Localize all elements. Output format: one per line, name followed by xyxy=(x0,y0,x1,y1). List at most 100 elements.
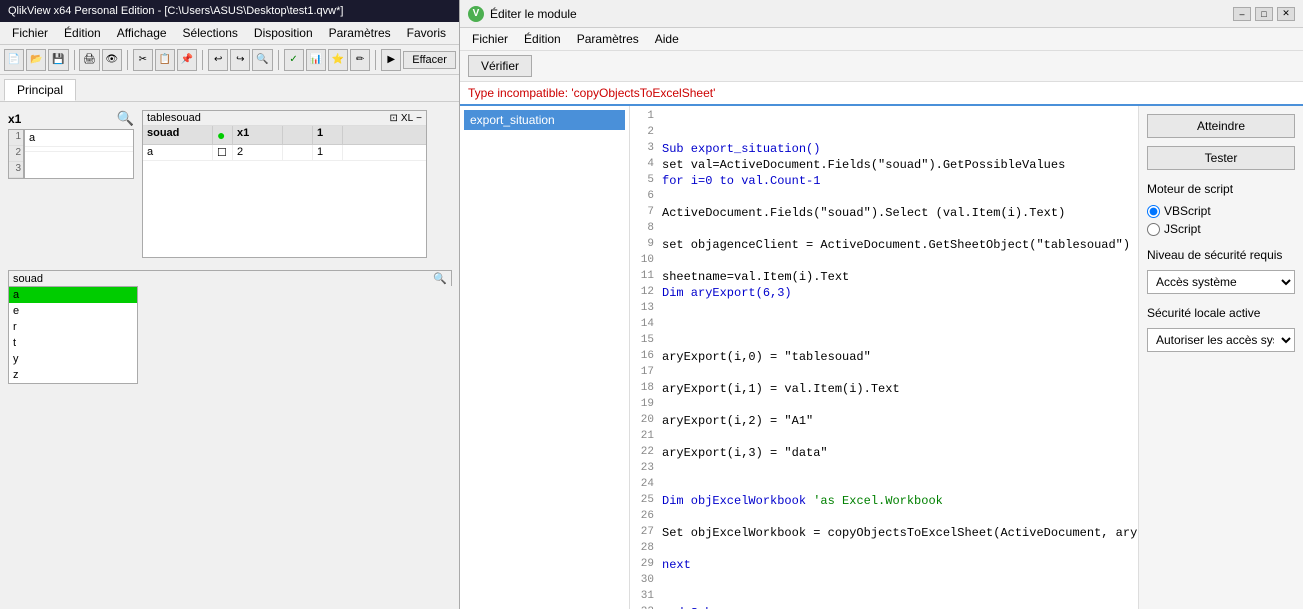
toolbar-btn-cut[interactable]: ✂ xyxy=(133,49,153,71)
x1-label: x1 xyxy=(8,112,21,126)
code-line-21: 21 xyxy=(634,430,1134,446)
toolbar-btn-erase[interactable]: Effacer xyxy=(403,51,456,69)
icon-resize[interactable]: ⊡ xyxy=(390,113,398,124)
x1-item-1[interactable]: a xyxy=(25,130,133,147)
line-num-31: 31 xyxy=(634,590,662,606)
verify-button[interactable]: Vérifier xyxy=(468,55,532,77)
table-row-6[interactable] xyxy=(143,225,426,241)
souad-item-e[interactable]: e xyxy=(9,303,137,319)
code-panel[interactable]: 1 2 3 Sub export_situation() 4 set val=A… xyxy=(630,106,1138,609)
line-num-30: 30 xyxy=(634,574,662,590)
menu-affichage[interactable]: Affichage xyxy=(109,24,175,42)
x1-item-3[interactable] xyxy=(25,152,133,156)
souad-header: souad 🔍 xyxy=(8,270,452,286)
line-code-9: set objagenceClient = ActiveDocument.Get… xyxy=(662,238,1134,254)
win-ctrl-close[interactable]: ✕ xyxy=(1277,7,1295,21)
menu-parametres[interactable]: Paramètres xyxy=(321,24,399,42)
col-dot: ● xyxy=(213,126,233,144)
souad-item-r[interactable]: r xyxy=(9,319,137,335)
error-bar: Type incompatible: 'copyObjectsToExcelSh… xyxy=(460,82,1303,106)
line-code-3: Sub export_situation() xyxy=(662,142,1134,158)
radio-jscript-input[interactable] xyxy=(1147,223,1160,236)
toolbar-btn-redo[interactable]: ↪ xyxy=(230,49,250,71)
line-code-31 xyxy=(662,590,1134,606)
toolbar-btn-save[interactable]: 💾 xyxy=(48,49,68,71)
toolbar-btn-undo[interactable]: ↩ xyxy=(208,49,228,71)
table-row-3[interactable] xyxy=(143,177,426,193)
editor-menu-fichier[interactable]: Fichier xyxy=(464,30,516,48)
line-code-30 xyxy=(662,574,1134,590)
toolbar-btn-next[interactable]: ▶ xyxy=(381,49,401,71)
souad-item-a[interactable]: a xyxy=(9,287,137,303)
line-code-16: aryExport(i,0) = "tablesouad" xyxy=(662,350,1134,366)
win-ctrl-maximize[interactable]: □ xyxy=(1255,7,1273,21)
editor-menu-parametres[interactable]: Paramètres xyxy=(569,30,647,48)
radio-group: VBScript JScript xyxy=(1147,204,1295,236)
security-level-select[interactable]: Accès système xyxy=(1147,270,1295,294)
toolbar-btn-paste[interactable]: 📌 xyxy=(177,49,197,71)
toolbar-btn-green[interactable]: ✓ xyxy=(284,49,304,71)
menu-edition[interactable]: Édition xyxy=(56,24,109,42)
erase-label: Effacer xyxy=(412,54,447,66)
row-num-3: 3 xyxy=(9,162,23,178)
menu-selections[interactable]: Sélections xyxy=(175,24,246,42)
toolbar-sep-1 xyxy=(74,50,75,70)
radio-vbscript[interactable]: VBScript xyxy=(1147,204,1295,218)
menu-favoris[interactable]: Favoris xyxy=(399,24,454,42)
line-num-6: 6 xyxy=(634,190,662,206)
souad-search-icon[interactable]: 🔍 xyxy=(433,272,447,285)
toolbar-btn-copy[interactable]: 📋 xyxy=(155,49,175,71)
souad-list: a e r t y z xyxy=(8,286,138,384)
local-security-select[interactable]: Autoriser les accès système xyxy=(1147,328,1295,352)
x1-search-icon[interactable]: 🔍 xyxy=(117,110,134,127)
souad-item-z[interactable]: z xyxy=(9,367,137,383)
code-line-2: 2 xyxy=(634,126,1134,142)
souad-item-t[interactable]: t xyxy=(9,335,137,351)
local-security-label: Sécurité locale active xyxy=(1147,306,1295,320)
line-num-15: 15 xyxy=(634,334,662,350)
atteindre-button[interactable]: Atteindre xyxy=(1147,114,1295,138)
line-code-15 xyxy=(662,334,1134,350)
radio-jscript[interactable]: JScript xyxy=(1147,222,1295,236)
module-item-export[interactable]: export_situation xyxy=(464,110,625,130)
table-row-4[interactable] xyxy=(143,193,426,209)
error-text: Type incompatible: 'copyObjectsToExcelSh… xyxy=(468,86,715,100)
toolbar-btn-star[interactable]: ⭐ xyxy=(328,49,348,71)
tester-button[interactable]: Tester xyxy=(1147,146,1295,170)
qlikview-title: QlikView x64 Personal Edition - [C:\User… xyxy=(8,5,343,17)
table-row-1[interactable]: a ☐ 2 1 xyxy=(143,145,426,161)
code-line-23: 23 xyxy=(634,462,1134,478)
code-line-1: 1 xyxy=(634,110,1134,126)
line-num-14: 14 xyxy=(634,318,662,334)
tab-principal[interactable]: Principal xyxy=(4,79,76,101)
table-row-2[interactable] xyxy=(143,161,426,177)
menu-fichier[interactable]: Fichier xyxy=(4,24,56,42)
editor-menu-aide[interactable]: Aide xyxy=(647,30,687,48)
toolbar-btn-chart[interactable]: 📊 xyxy=(306,49,326,71)
icon-minus[interactable]: − xyxy=(416,113,422,124)
line-num-2: 2 xyxy=(634,126,662,142)
qlikview-title-bar: QlikView x64 Personal Edition - [C:\User… xyxy=(0,0,460,22)
line-num-8: 8 xyxy=(634,222,662,238)
code-line-17: 17 xyxy=(634,366,1134,382)
toolbar-btn-new[interactable]: 📄 xyxy=(4,49,24,71)
editor-title-text: Éditer le module xyxy=(490,7,577,21)
x1-list[interactable]: a xyxy=(24,129,134,179)
souad-item-y[interactable]: y xyxy=(9,351,137,367)
icon-xl[interactable]: XL xyxy=(401,113,413,124)
editor-menu-edition[interactable]: Édition xyxy=(516,30,569,48)
toolbar-btn-print[interactable]: 🖨 xyxy=(79,49,99,71)
code-line-7: 7 ActiveDocument.Fields("souad").Select … xyxy=(634,206,1134,222)
toolbar-btn-preview[interactable]: 👁 xyxy=(102,49,122,71)
radio-vbscript-input[interactable] xyxy=(1147,205,1160,218)
menu-disposition[interactable]: Disposition xyxy=(246,24,321,42)
line-code-4: set val=ActiveDocument.Fields("souad").G… xyxy=(662,158,1134,174)
toolbar-btn-pen[interactable]: ✏ xyxy=(350,49,370,71)
line-code-6 xyxy=(662,190,1134,206)
table-row-7[interactable] xyxy=(143,241,426,257)
toolbar-btn-open[interactable]: 📂 xyxy=(26,49,46,71)
toolbar-btn-search[interactable]: 🔍 xyxy=(252,49,272,71)
win-ctrl-minimize[interactable]: – xyxy=(1233,7,1251,21)
code-line-29: 29 next xyxy=(634,558,1134,574)
table-row-5[interactable] xyxy=(143,209,426,225)
